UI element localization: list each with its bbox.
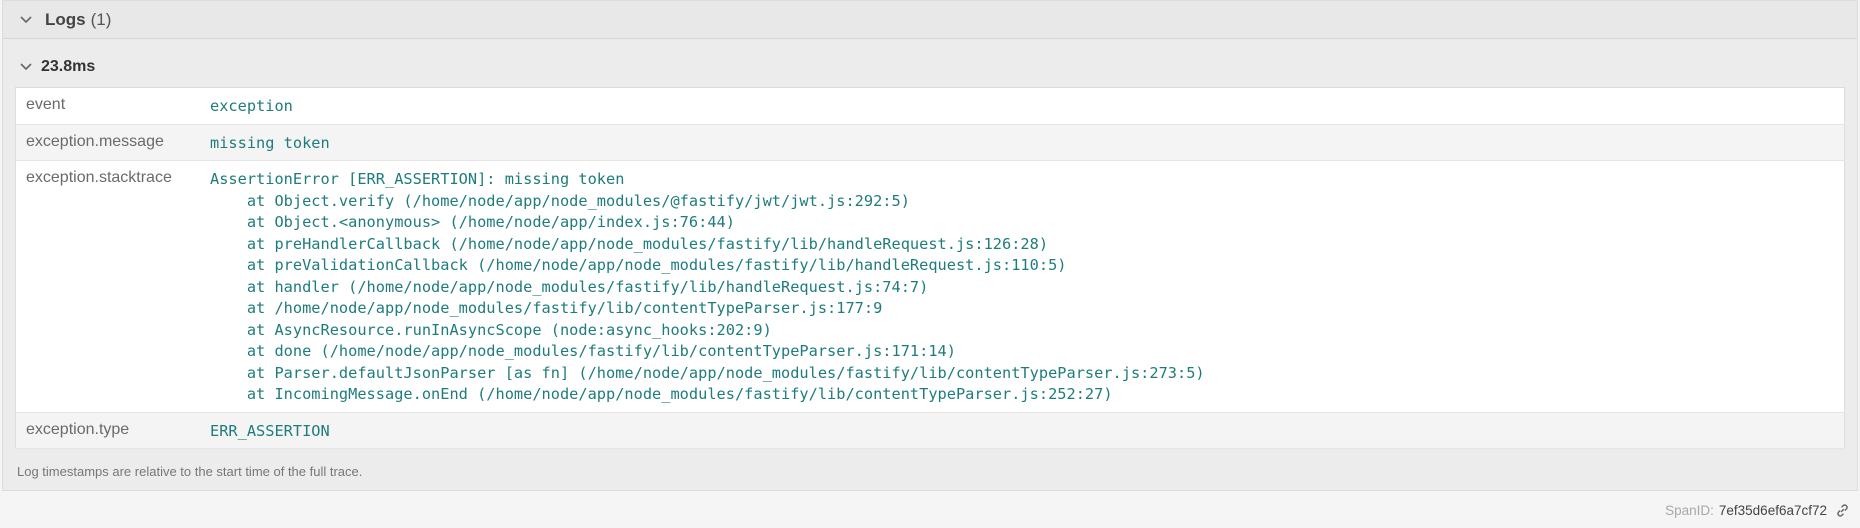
link-icon[interactable] [1835,503,1850,518]
field-value: exception [200,87,1845,125]
logs-panel: Logs (1) 23.8ms event exception exceptio… [2,0,1858,491]
chevron-down-icon[interactable] [17,11,35,29]
logs-count: (1) [90,9,112,29]
log-fields-table: event exception exception.message missin… [15,87,1845,449]
field-key: event [15,87,200,125]
span-id: SpanID: 7ef35d6ef6a7cf72 [1665,503,1850,518]
logs-panel-header[interactable]: Logs (1) [3,1,1857,39]
log-entry-header[interactable]: 23.8ms [15,39,1842,87]
table-row: exception.stacktrace AssertionError [ERR… [15,160,1845,413]
field-value-stacktrace: AssertionError [ERR_ASSERTION]: missing … [200,160,1845,413]
field-key: exception.message [15,124,200,161]
span-id-label: SpanID: [1665,503,1714,518]
log-entry-time: 23.8ms [41,58,96,75]
field-key: exception.stacktrace [15,160,200,413]
field-value: missing token [200,124,1845,161]
table-row: event exception [15,87,1845,125]
page: Logs (1) 23.8ms event exception exceptio… [0,0,1860,528]
chevron-down-icon[interactable] [17,58,35,76]
field-key: exception.type [15,412,200,449]
log-timestamps-note: Log timestamps are relative to the start… [17,464,363,479]
logs-title: Logs [45,9,86,29]
table-row: exception.message missing token [15,124,1845,161]
field-value: ERR_ASSERTION [200,412,1845,449]
span-id-value: 7ef35d6ef6a7cf72 [1718,503,1827,518]
logs-panel-body: 23.8ms event exception exception.message… [3,39,1857,449]
table-row: exception.type ERR_ASSERTION [15,412,1845,449]
